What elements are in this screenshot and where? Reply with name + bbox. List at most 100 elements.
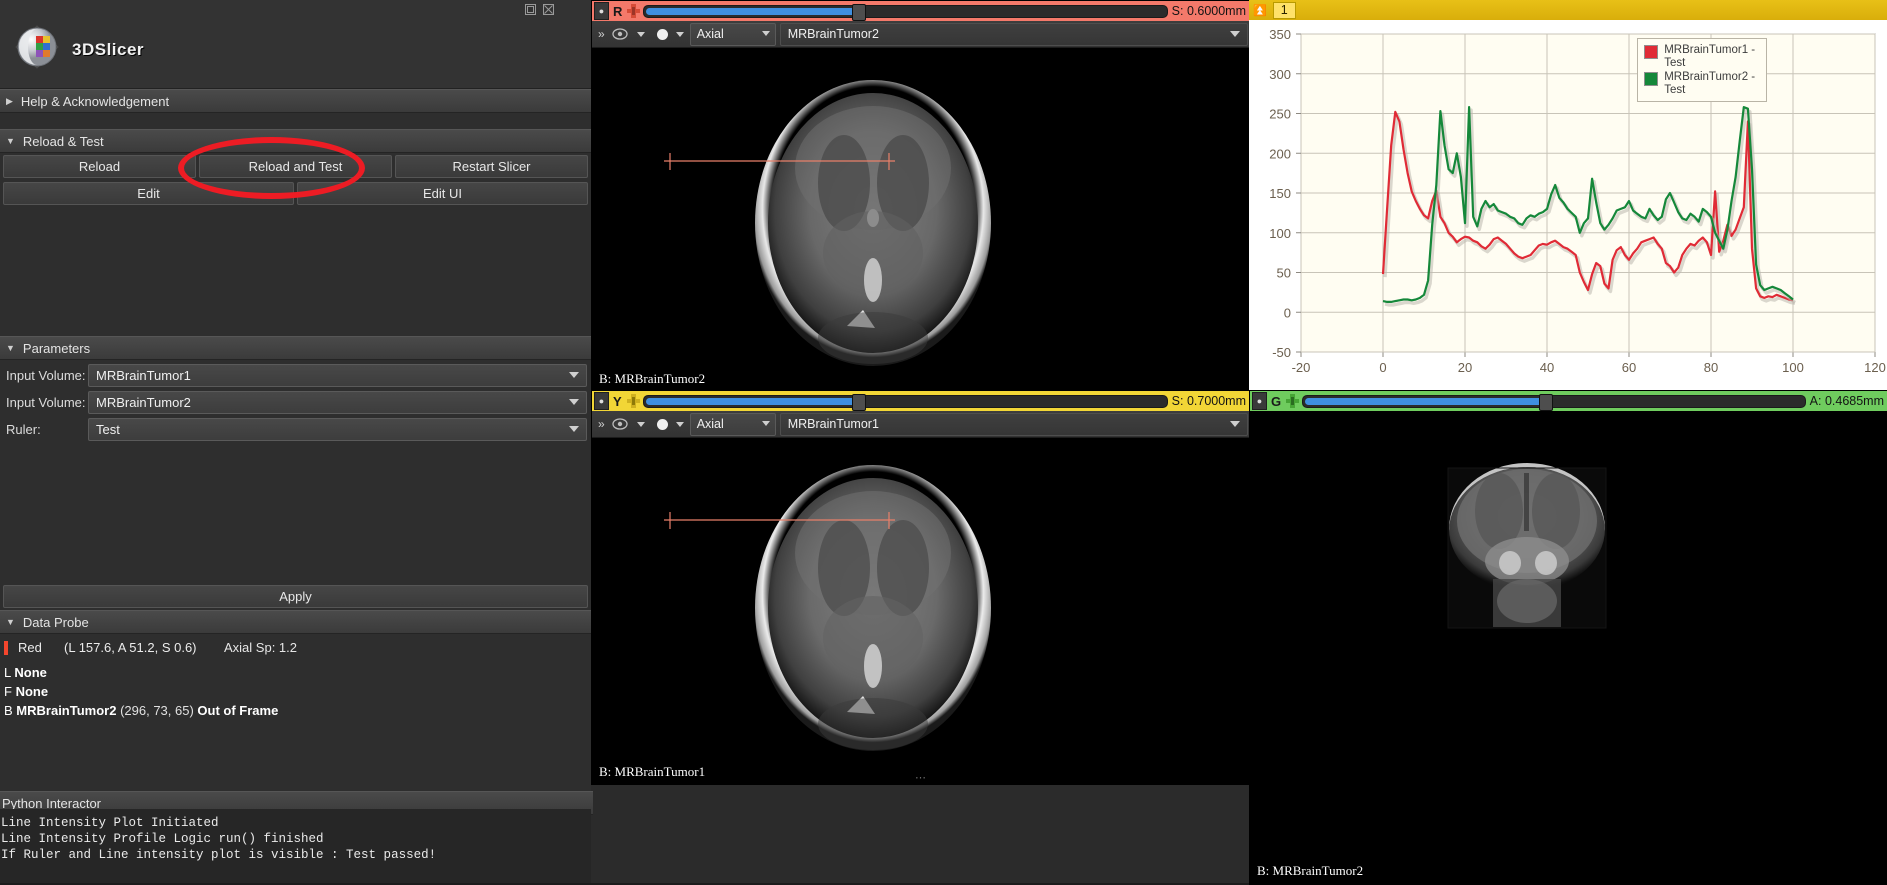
close-window-icon[interactable] <box>542 3 555 16</box>
red-slice-color-swatch <box>4 640 8 655</box>
slice-yellow-volume-select[interactable]: MRBrainTumor1 <box>779 412 1248 436</box>
slice-red-orientation-select[interactable]: Axial <box>689 22 776 46</box>
input-volume-2-label: Input Volume: <box>6 394 86 410</box>
slice-green-offset-bar[interactable]: ● G A: 0.4685mm <box>1250 391 1887 411</box>
chevron-down-icon <box>569 398 579 405</box>
slice-yellow-offset-slider[interactable] <box>642 393 1168 411</box>
slice-view-green[interactable]: ● G A: 0.4685mm B: MRBrainTumor2 <box>1249 390 1887 885</box>
pin-icon[interactable]: ● <box>594 392 609 410</box>
application-branding: 3DSlicer <box>0 0 591 89</box>
plot-view-header[interactable]: ⏫ 1 <box>1249 0 1887 20</box>
reload-button[interactable]: Reload <box>3 155 196 178</box>
slice-view-yellow[interactable]: ● Y S: 0.7000mm » Axial MRBrainTumor1 B:… <box>591 390 1251 785</box>
slice-red-letter: R <box>613 3 623 19</box>
slice-green-canvas[interactable]: B: MRBrainTumor2 <box>1250 411 1887 884</box>
apply-button[interactable]: Apply <box>3 585 588 608</box>
view-resize-grip[interactable]: ⋯ <box>915 771 927 784</box>
data-probe-layer-l: L None <box>4 663 587 682</box>
slice-link-icon[interactable] <box>1286 394 1300 408</box>
section-reload-label: Reload & Test <box>22 133 104 149</box>
data-probe-layer-f: F None <box>4 682 587 701</box>
ruler-label: Ruler: <box>6 421 41 437</box>
svg-text:-20: -20 <box>1292 360 1311 375</box>
layer-value-l: None <box>14 665 47 680</box>
svg-text:60: 60 <box>1622 360 1636 375</box>
chevron-down-icon[interactable] <box>636 421 645 427</box>
edit-button[interactable]: Edit <box>3 182 294 205</box>
restore-window-icon[interactable] <box>524 3 537 16</box>
line-intensity-plot[interactable]: -20 0 20 40 60 80 100 120 -50 0 50 100 150 200 250 300 3… <box>1249 20 1887 390</box>
slice-red-volume-value: MRBrainTumor2 <box>787 27 879 41</box>
panel-gap <box>0 113 591 129</box>
visibility-eye-icon[interactable] <box>611 415 629 433</box>
plot-view-panel[interactable]: ⏫ 1 -20 0 20 40 60 80 100 120 -50 0 50 100 150 200 250… <box>1249 0 1887 390</box>
input-volume-2-value: MRBrainTumor2 <box>96 394 191 410</box>
layer-status-b: Out of Frame <box>197 703 279 718</box>
slice-red-volume-select[interactable]: MRBrainTumor2 <box>779 22 1248 46</box>
slice-green-corner-label: B: MRBrainTumor2 <box>1257 863 1364 878</box>
section-help-acknowledgement[interactable]: ▶ Help & Acknowledgement <box>0 89 591 113</box>
console-line-1: Line Intensity Plot Initiated <box>1 816 219 830</box>
slice-green-letter: G <box>1271 393 1282 409</box>
svg-text:20: 20 <box>1458 360 1472 375</box>
chevron-down-icon <box>761 420 770 426</box>
python-interactor-output[interactable]: Line Intensity Plot Initiated Line Inten… <box>0 809 591 883</box>
slice-view-red[interactable]: ● R S: 0.6000mm » Axial MRBrainTumor2 B:… <box>591 0 1251 392</box>
slice-yellow-letter: Y <box>613 393 622 409</box>
pin-icon[interactable]: ⏫ <box>1253 4 1267 17</box>
input-volume-2-select[interactable]: MRBrainTumor2 <box>88 390 587 414</box>
chevron-down-icon[interactable] <box>675 421 684 427</box>
slice-green-offset-slider[interactable] <box>1302 393 1806 411</box>
pin-icon[interactable]: ● <box>1252 392 1267 410</box>
data-probe-coordinates: (L 157.6, A 51.2, S 0.6) <box>64 640 197 655</box>
module-panel: 3DSlicer ▶ Help & Acknowledgement ▼ Relo… <box>0 0 593 883</box>
application-name: 3DSlicer <box>72 40 145 59</box>
edit-button-row: Edit Edit UI <box>0 180 591 207</box>
slice-yellow-image <box>592 438 1250 785</box>
section-reload-test[interactable]: ▼ Reload & Test <box>0 129 591 153</box>
plot-legend: MRBrainTumor1 - Test MRBrainTumor2 - Test <box>1637 38 1768 102</box>
expand-controls-icon[interactable]: » <box>592 417 611 431</box>
slice-red-offset-bar[interactable]: ● R S: 0.6000mm <box>592 1 1250 21</box>
slice-yellow-canvas[interactable]: B: MRBrainTumor1 ⋯ <box>592 438 1250 785</box>
chevron-right-icon: ▶ <box>6 95 13 106</box>
svg-text:120: 120 <box>1864 360 1886 375</box>
ruler-select[interactable]: Test <box>88 417 587 441</box>
panel-filler-upper <box>0 207 591 336</box>
chevron-down-icon <box>569 371 579 378</box>
svg-text:0: 0 <box>1379 360 1386 375</box>
slice-red-canvas[interactable]: B: MRBrainTumor2 <box>592 48 1250 392</box>
input-volume-1-select[interactable]: MRBrainTumor1 <box>88 363 587 387</box>
section-data-probe-label: Data Probe <box>22 614 89 630</box>
slice-fit-icon[interactable] <box>656 28 668 40</box>
edit-ui-button[interactable]: Edit UI <box>297 182 588 205</box>
section-parameters[interactable]: ▼ Parameters <box>0 336 591 360</box>
input-volume-1-row: Input Volume: MRBrainTumor1 <box>4 363 587 387</box>
input-volume-1-label: Input Volume: <box>6 367 86 383</box>
slice-link-icon[interactable] <box>627 4 641 18</box>
restart-slicer-button[interactable]: Restart Slicer <box>395 155 588 178</box>
svg-text:50: 50 <box>1277 266 1291 281</box>
legend-item: MRBrainTumor2 - Test <box>1642 71 1760 96</box>
slice-link-icon[interactable] <box>626 394 640 408</box>
pin-icon[interactable]: ● <box>594 2 609 20</box>
slice-red-image <box>592 48 1250 392</box>
panel-filler-lower <box>0 445 591 583</box>
slice-fit-icon[interactable] <box>656 418 668 430</box>
apply-row: Apply <box>0 583 591 610</box>
slice-yellow-offset-bar[interactable]: ● Y S: 0.7000mm <box>592 391 1250 411</box>
svg-text:300: 300 <box>1269 67 1291 82</box>
chevron-down-icon[interactable] <box>636 31 645 37</box>
layer-key-f: F <box>4 684 12 699</box>
layer-key-l: L <box>4 665 11 680</box>
section-data-probe[interactable]: ▼ Data Probe <box>0 610 591 634</box>
slice-red-offset-slider[interactable] <box>643 3 1168 21</box>
ruler-value: Test <box>96 421 120 437</box>
slice-yellow-orientation-select[interactable]: Axial <box>689 412 776 436</box>
reload-and-test-button[interactable]: Reload and Test <box>199 155 392 178</box>
chevron-down-icon[interactable] <box>675 31 684 37</box>
visibility-eye-icon[interactable] <box>611 25 629 43</box>
svg-text:80: 80 <box>1704 360 1718 375</box>
expand-controls-icon[interactable]: » <box>592 27 611 41</box>
slice-green-image <box>1250 411 1887 884</box>
